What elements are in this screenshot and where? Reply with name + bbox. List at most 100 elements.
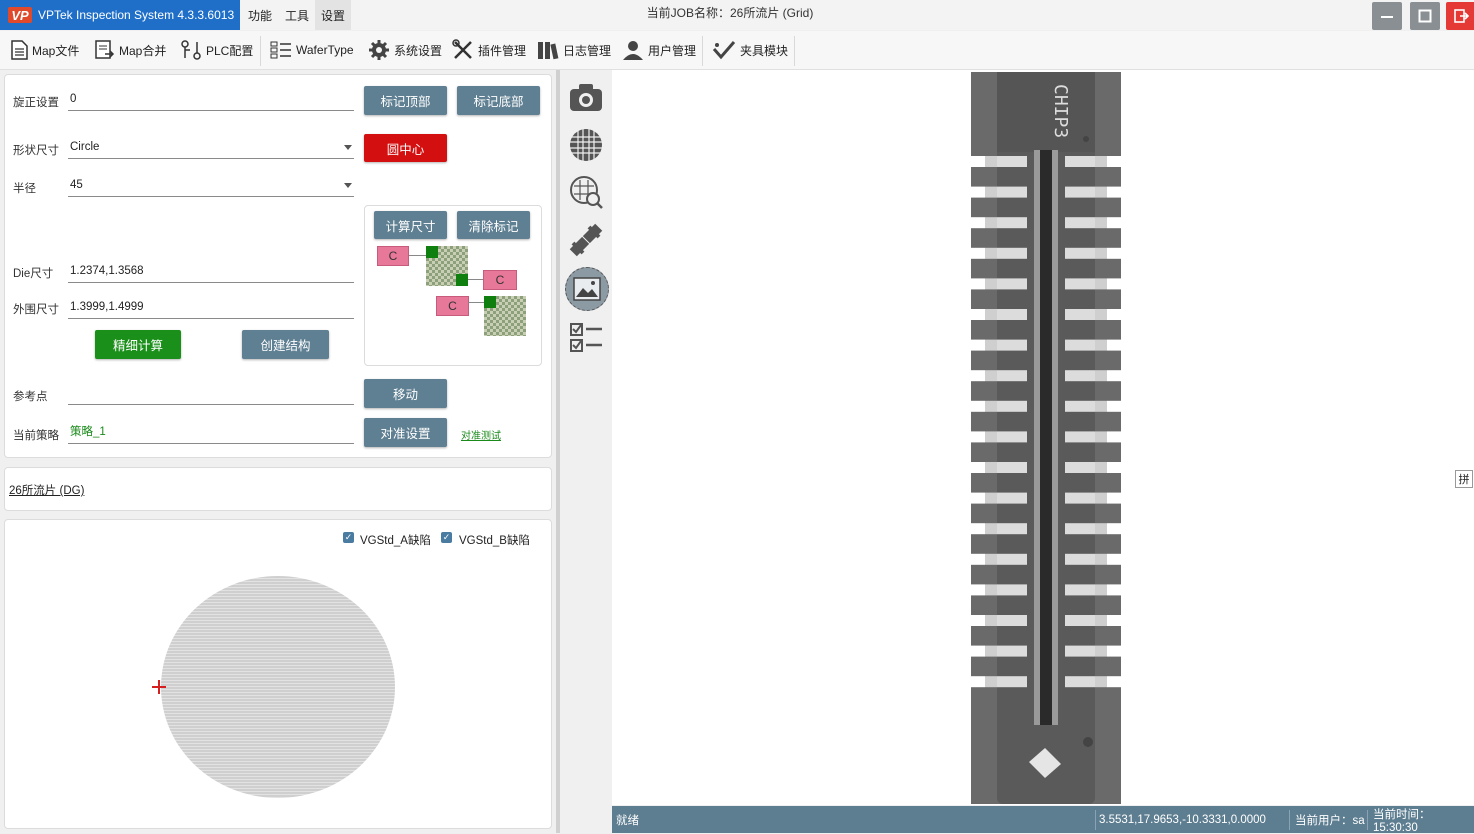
image-view-button[interactable] <box>565 267 609 311</box>
connector-line <box>468 302 484 303</box>
toolbar-map-file[interactable]: Map文件 <box>10 31 79 69</box>
mark-top-button[interactable]: 标记顶部 <box>364 86 447 115</box>
toolbar-fixture-module-label: 夹具模块 <box>740 43 789 58</box>
chip-pad <box>971 584 985 596</box>
mark-bottom-button[interactable]: 标记底部 <box>457 86 540 115</box>
wafer-grid-icon[interactable] <box>567 126 605 164</box>
wafer-zoom-icon[interactable] <box>567 173 605 211</box>
maximize-button[interactable] <box>1410 2 1440 30</box>
die-corner-marker <box>456 274 468 286</box>
chip-pad <box>1065 615 1095 626</box>
defect-a-checkbox[interactable]: ✓ <box>343 532 354 543</box>
menu-tools[interactable]: 工具 <box>279 0 315 30</box>
rotation-input[interactable]: 0 <box>68 90 354 111</box>
die-corner-marker <box>484 296 496 308</box>
toolbar-system-settings[interactable]: 系统设置 <box>368 31 442 69</box>
chip-pad <box>1065 217 1095 229</box>
chip-pad <box>1065 462 1095 473</box>
toolbar-plugin-management[interactable]: 插件管理 <box>452 31 526 69</box>
align-test-link[interactable]: 对准测试 <box>461 427 501 442</box>
chip-pad <box>985 615 997 626</box>
toolbar-fixture-module[interactable]: 夹具模块 <box>712 31 788 69</box>
outer-size-input[interactable]: 1.3999,1.4999 <box>68 298 354 319</box>
strategy-label: 当前策略 <box>13 430 59 442</box>
chip-pad <box>1065 156 1095 167</box>
chip-pad <box>985 186 997 198</box>
chip-pad <box>1065 400 1095 412</box>
corner-marker-c2[interactable]: C <box>483 270 517 290</box>
ruler-icon[interactable] <box>567 221 605 259</box>
exit-button[interactable] <box>1446 2 1474 30</box>
toolbar-plc-config[interactable]: PLC配置 <box>180 31 253 69</box>
chip-pad <box>971 645 985 657</box>
toolbar-user-management[interactable]: 用户管理 <box>622 31 696 69</box>
chip-pad <box>971 309 985 320</box>
corner-marker-c3[interactable]: C <box>436 296 469 316</box>
chip-pad <box>1065 186 1095 198</box>
grid-toggle-button[interactable]: 拼 <box>1455 470 1473 488</box>
chip-pad <box>997 645 1027 657</box>
wafer-dies <box>161 576 395 798</box>
chip-pad <box>1095 492 1107 504</box>
defect-b-label: VGStd_B缺陷 <box>459 535 530 547</box>
chip-pad <box>971 156 985 167</box>
menu-function[interactable]: 功能 <box>242 0 278 30</box>
circle-center-button[interactable]: 圆中心 <box>364 134 447 162</box>
chip-pad <box>1107 676 1121 688</box>
chip-pad <box>1095 370 1107 382</box>
chip-pad <box>1065 370 1095 382</box>
minimize-button[interactable] <box>1372 2 1402 30</box>
chip-pad <box>1095 309 1107 320</box>
radius-select[interactable]: 45 <box>68 176 354 197</box>
chip-pad <box>985 523 997 535</box>
chip-pad <box>1107 217 1121 229</box>
corner-marker-c1[interactable]: C <box>377 246 409 266</box>
align-settings-button[interactable]: 对准设置 <box>364 418 447 447</box>
toolbar-wafer-type[interactable]: WaferType <box>270 31 354 69</box>
chip-pad <box>985 492 997 504</box>
chip-pad <box>1107 156 1121 167</box>
shape-select[interactable]: Circle <box>68 138 354 159</box>
chip-pad <box>997 584 1027 596</box>
chip-pad <box>1107 400 1121 412</box>
status-time: 当前时间：15:30:30 <box>1373 808 1431 834</box>
app-logo: VP <box>8 7 32 23</box>
chip-pad <box>971 278 985 290</box>
chip-pad <box>1095 186 1107 198</box>
chip-pad <box>997 615 1027 626</box>
chip-pad <box>985 553 997 565</box>
move-button[interactable]: 移动 <box>364 379 447 408</box>
reference-point-label: 参考点 <box>13 391 48 403</box>
toolbar-log-management[interactable]: 日志管理 <box>537 31 611 69</box>
status-state: 就绪 <box>616 814 639 827</box>
chip-pad <box>997 278 1027 290</box>
radius-select-value: 45 <box>70 179 83 191</box>
product-name-link[interactable]: 26所流片 (DG) <box>9 482 84 498</box>
gear-icon <box>369 40 389 60</box>
calc-size-button[interactable]: 计算尺寸 <box>374 211 447 239</box>
plc-icon <box>181 40 201 60</box>
chip-pad <box>985 247 997 259</box>
chip-pad <box>1107 615 1121 626</box>
status-user: 当前用户：sa <box>1295 814 1365 827</box>
defect-b-checkbox[interactable]: ✓ <box>441 532 452 543</box>
chip-pad <box>985 217 997 229</box>
wafer-map[interactable] <box>150 570 410 805</box>
chip-pad <box>1065 523 1095 535</box>
toolbar-map-merge[interactable]: Map合并 <box>95 31 166 69</box>
menu-settings[interactable]: 设置 <box>315 0 352 30</box>
fine-calc-button[interactable]: 精细计算 <box>95 330 181 359</box>
exit-icon <box>1454 9 1469 23</box>
camera-icon[interactable] <box>567 78 605 116</box>
clear-marks-button[interactable]: 清除标记 <box>457 211 530 239</box>
die-corner-marker <box>426 246 438 258</box>
chip-pad <box>1107 339 1121 351</box>
checklist-icon[interactable] <box>567 318 605 356</box>
status-separator <box>1289 810 1290 830</box>
create-structure-button[interactable]: 创建结构 <box>242 330 329 359</box>
strategy-input[interactable]: 策略_1 <box>68 423 354 444</box>
map-merge-icon <box>95 40 115 59</box>
shape-size-label: 形状尺寸 <box>13 145 59 157</box>
reference-point-input[interactable] <box>68 384 354 405</box>
die-size-input[interactable]: 1.2374,1.3568 <box>68 262 354 283</box>
